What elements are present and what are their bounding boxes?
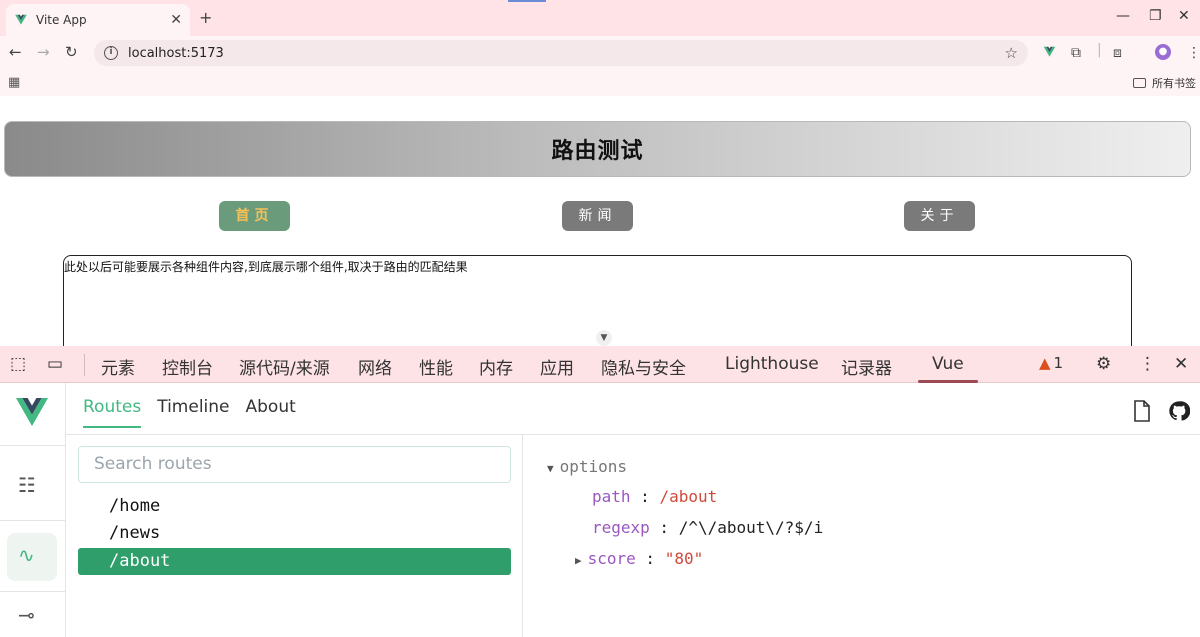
rail-divider — [0, 591, 66, 592]
tab-elements[interactable]: 元素 — [101, 354, 135, 379]
toolbar-divider: | — [1097, 42, 1102, 58]
tab-console[interactable]: 控制台 — [162, 354, 213, 379]
tab-memory[interactable]: 内存 — [479, 354, 513, 379]
tab-network[interactable]: 网络 — [358, 354, 392, 379]
vue-devtools-extension-icon[interactable] — [1042, 45, 1057, 59]
folder-icon — [1133, 78, 1146, 88]
routes-list-pane: Search routes /home /news /about — [66, 435, 523, 637]
more-options-icon[interactable]: ⋮ — [1139, 354, 1156, 374]
vue-devtools-panel: ☷ ∿ ⊸ Routes Timeline About Search route… — [0, 383, 1200, 637]
chevron-down-icon: ▼ — [547, 462, 554, 475]
score-key: score — [587, 549, 636, 568]
score-row[interactable]: ▶ score : "80" — [575, 549, 703, 568]
vue-tabs: Routes Timeline About — [83, 397, 296, 428]
close-tab-icon[interactable]: ✕ — [170, 12, 182, 28]
content-text: 此处以后可能要展示各种组件内容,到底展示哪个组件,取决于路由的匹配结果 — [64, 260, 468, 274]
divider — [84, 354, 85, 376]
tab-application[interactable]: 应用 — [540, 354, 574, 379]
minimize-icon[interactable]: — — [1116, 8, 1130, 24]
tab-performance[interactable]: 性能 — [419, 354, 453, 379]
path-row: path : /about — [592, 487, 718, 506]
vue-tab-timeline[interactable]: Timeline — [157, 397, 229, 428]
web-page: 路由测试 首页 新闻 关于 此处以后可能要展示各种组件内容,到底展示哪个组件,取… — [0, 96, 1200, 355]
page-title: 路由测试 — [551, 139, 644, 164]
rail-divider — [0, 520, 66, 521]
inspect-element-icon[interactable]: ⬚ — [10, 354, 26, 374]
regexp-row: regexp : /^\/about\/?$/i — [592, 518, 824, 537]
back-icon[interactable]: ← — [9, 43, 22, 61]
tab-search-icon[interactable]: ⧈ — [1113, 45, 1122, 61]
search-routes-input[interactable]: Search routes — [78, 446, 511, 483]
site-info-icon[interactable]: i — [104, 46, 118, 60]
rail-divider — [0, 445, 66, 446]
new-tab-icon[interactable]: + — [199, 8, 212, 27]
nav-about-link[interactable]: 关于 — [904, 201, 975, 231]
all-bookmarks-label: 所有书签 — [1152, 77, 1196, 90]
path-value: /about — [659, 487, 718, 506]
regexp-key: regexp — [592, 518, 650, 537]
vue-favicon-icon — [15, 14, 27, 25]
close-devtools-icon[interactable]: ✕ — [1174, 354, 1188, 374]
restore-icon[interactable]: ❐ — [1149, 8, 1162, 24]
warning-icon: ▲ — [1039, 354, 1051, 372]
vue-tab-about[interactable]: About — [246, 397, 296, 428]
window-close-icon[interactable]: ✕ — [1178, 8, 1190, 24]
route-item-home[interactable]: /home — [78, 493, 511, 520]
vue-side-rail: ☷ ∿ ⊸ — [0, 383, 66, 637]
forward-icon[interactable]: → — [37, 43, 50, 61]
github-icon[interactable] — [1168, 400, 1190, 422]
router-icon[interactable]: ∿ — [18, 543, 35, 567]
settings-slider-icon[interactable]: ⊸ — [18, 603, 35, 627]
options-section-toggle[interactable]: ▼ options — [547, 457, 627, 476]
route-item-about[interactable]: /about — [78, 548, 511, 575]
browser-tabstrip: Vite App ✕ + — ❐ ✕ — [0, 0, 1200, 36]
browser-toolbar: ← → ↻ i localhost:5173 ☆ ⧉ | ⧈ ● ⋮ — [0, 36, 1200, 70]
menu-icon[interactable]: ⋮ — [1187, 45, 1200, 61]
reload-icon[interactable]: ↻ — [65, 43, 78, 61]
address-text: localhost:5173 — [128, 45, 224, 61]
options-label: options — [559, 457, 628, 476]
bookmarks-bar: ▦ 所有书签 — [0, 70, 1200, 96]
devtools-tabbar: ⬚ ▭ 元素 控制台 源代码/来源 网络 性能 内存 应用 隐私与安全 Ligh… — [0, 346, 1200, 383]
document-icon[interactable] — [1133, 400, 1151, 422]
tab-recorder[interactable]: 记录器 — [841, 354, 892, 379]
tab-lighthouse[interactable]: Lighthouse — [725, 354, 819, 374]
warnings-badge[interactable]: ▲ 1 — [1039, 354, 1063, 372]
route-detail-pane: ▼ options path : /about regexp : /^\/abou… — [523, 435, 1200, 637]
tab-sources[interactable]: 源代码/来源 — [239, 354, 330, 379]
browser-tab[interactable]: Vite App ✕ — [6, 4, 190, 36]
scroll-down-icon[interactable]: ▼ — [596, 330, 612, 346]
route-item-news[interactable]: /news — [78, 520, 511, 547]
address-bar[interactable]: i localhost:5173 ☆ — [94, 40, 1028, 66]
loading-indicator — [508, 0, 546, 2]
apps-grid-icon[interactable]: ▦ — [8, 75, 20, 90]
tab-title: Vite App — [36, 13, 87, 27]
vue-logo-icon — [16, 398, 48, 426]
profile-avatar[interactable]: ● — [1155, 44, 1171, 60]
nav-home-link[interactable]: 首页 — [219, 201, 290, 231]
settings-gear-icon[interactable]: ⚙ — [1096, 354, 1111, 374]
nav-news-link[interactable]: 新闻 — [562, 201, 633, 231]
page-header: 路由测试 — [4, 121, 1191, 177]
chevron-right-icon: ▶ — [575, 554, 582, 567]
score-value: "80" — [664, 549, 704, 568]
tab-privacy-security[interactable]: 隐私与安全 — [601, 354, 686, 379]
warning-count: 1 — [1053, 354, 1064, 372]
extensions-icon[interactable]: ⧉ — [1071, 45, 1081, 61]
path-key: path — [592, 487, 631, 506]
vue-tab-routes[interactable]: Routes — [83, 397, 142, 428]
tab-vue[interactable]: Vue — [918, 354, 978, 383]
regexp-value: /^\/about\/?$/i — [678, 518, 824, 537]
all-bookmarks-button[interactable]: 所有书签 — [1133, 75, 1196, 91]
bookmark-star-icon[interactable]: ☆ — [1005, 44, 1018, 62]
components-tree-icon[interactable]: ☷ — [18, 473, 36, 497]
device-toolbar-icon[interactable]: ▭ — [47, 354, 63, 374]
